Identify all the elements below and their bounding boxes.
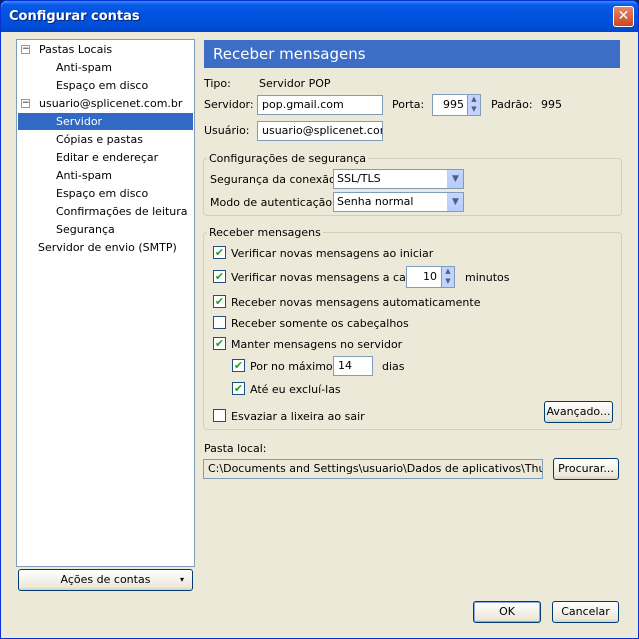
connection-security-value: SSL/TLS xyxy=(337,172,381,185)
auth-method-label: Modo de autenticação: xyxy=(210,196,336,209)
tree-item-antispam-local[interactable]: Anti-spam xyxy=(54,59,114,76)
receive-group-title: Receber mensagens xyxy=(207,226,323,239)
port-stepper[interactable]: ▲ ▼ xyxy=(467,94,481,116)
port-label: Porta: xyxy=(392,98,425,111)
collapse-icon[interactable]: − xyxy=(21,45,30,54)
leave-on-server-label: Manter mensagens no servidor xyxy=(231,338,403,351)
server-input[interactable]: pop.gmail.com xyxy=(257,95,383,115)
close-button[interactable]: ✕ xyxy=(613,6,634,27)
tree-item-smtp[interactable]: Servidor de envio (SMTP) xyxy=(36,239,179,256)
check-every-label: Verificar novas mensagens a cada xyxy=(231,271,420,284)
local-folder-path[interactable]: C:\Documents and Settings\usuario\Dados … xyxy=(203,459,543,479)
empty-trash-label: Esvaziar a lixeira ao sair xyxy=(231,410,365,423)
default-port-value: 995 xyxy=(541,98,562,111)
server-label: Servidor: xyxy=(204,98,254,111)
type-value: Servidor POP xyxy=(259,77,331,90)
check-interval-input[interactable]: 10 xyxy=(406,266,442,288)
check-on-start-label: Verificar novas mensagens ao iniciar xyxy=(231,247,434,260)
until-deleted-checkbox[interactable]: ✔ xyxy=(232,382,245,395)
auto-download-label: Receber novas mensagens automaticamente xyxy=(231,296,481,309)
leave-on-server-checkbox[interactable]: ✔ xyxy=(213,337,226,350)
minutes-label: minutos xyxy=(465,271,510,284)
tree-item-security[interactable]: Segurança xyxy=(54,221,117,238)
page-title: Receber mensagens xyxy=(204,40,620,68)
chevron-up-icon[interactable]: ▲ xyxy=(442,267,454,277)
dropdown-arrow-icon: ▾ xyxy=(179,575,184,584)
chevron-down-icon[interactable]: ▼ xyxy=(442,277,454,287)
cancel-button[interactable]: Cancelar xyxy=(552,601,619,623)
tree-item-account[interactable]: usuario@splicenet.com.br xyxy=(37,95,184,112)
local-folder-label: Pasta local: xyxy=(204,442,267,455)
title-bar: Configurar contas ✕ xyxy=(1,1,638,32)
account-settings-window: Configurar contas ✕ − Pastas Locais Anti… xyxy=(0,0,639,639)
tree-item-copies-folders[interactable]: Cópias e pastas xyxy=(54,131,145,148)
tree-item-disk-space[interactable]: Espaço em disco xyxy=(54,185,150,202)
tree-item-antispam[interactable]: Anti-spam xyxy=(54,167,114,184)
until-deleted-label: Até eu excluí-las xyxy=(250,383,341,396)
ok-button[interactable]: OK xyxy=(473,601,541,623)
collapse-icon[interactable]: − xyxy=(21,99,30,108)
auth-method-value: Senha normal xyxy=(337,195,414,208)
connection-security-select[interactable]: SSL/TLS ▼ xyxy=(333,169,464,189)
max-days-input[interactable]: 14 xyxy=(333,356,373,376)
username-input[interactable]: usuario@splicenet.com.b xyxy=(257,121,383,141)
check-every-checkbox[interactable]: ✔ xyxy=(213,270,226,283)
default-port-label: Padrão: xyxy=(491,98,533,111)
chevron-down-icon[interactable]: ▼ xyxy=(447,193,463,211)
window-title: Configurar contas xyxy=(9,9,140,24)
security-group-title: Configurações de segurança xyxy=(207,152,369,165)
tree-item-local-folders[interactable]: Pastas Locais xyxy=(37,41,114,58)
headers-only-checkbox[interactable] xyxy=(213,316,226,329)
chevron-down-icon[interactable]: ▼ xyxy=(447,170,463,188)
account-tree: − Pastas Locais Anti-spam Espaço em disc… xyxy=(16,39,195,567)
connection-security-label: Segurança da conexão: xyxy=(210,173,340,186)
max-days-label: Por no máximo xyxy=(250,360,333,373)
days-label: dias xyxy=(382,360,405,373)
tree-item-disk-space-local[interactable]: Espaço em disco xyxy=(54,77,150,94)
account-actions-button[interactable]: Ações de contas ▾ xyxy=(18,569,193,591)
check-on-start-checkbox[interactable]: ✔ xyxy=(213,246,226,259)
tree-item-server[interactable]: Servidor xyxy=(18,113,193,130)
headers-only-label: Receber somente os cabeçalhos xyxy=(231,317,409,330)
port-input[interactable]: 995 xyxy=(432,94,469,116)
auto-download-checkbox[interactable]: ✔ xyxy=(213,295,226,308)
browse-button[interactable]: Procurar... xyxy=(553,458,619,480)
type-label: Tipo: xyxy=(204,77,231,90)
tree-item-read-receipts[interactable]: Confirmações de leitura xyxy=(54,203,190,220)
chevron-up-icon[interactable]: ▲ xyxy=(468,95,480,105)
auth-method-select[interactable]: Senha normal ▼ xyxy=(333,192,464,212)
tree-item-compose[interactable]: Editar e endereçar xyxy=(54,149,160,166)
username-label: Usuário: xyxy=(204,124,250,137)
check-interval-stepper[interactable]: ▲ ▼ xyxy=(441,266,455,288)
account-actions-label: Ações de contas xyxy=(60,573,151,586)
empty-trash-checkbox[interactable] xyxy=(213,409,226,422)
advanced-button[interactable]: Avançado... xyxy=(544,401,613,423)
max-days-checkbox[interactable]: ✔ xyxy=(232,359,245,372)
chevron-down-icon[interactable]: ▼ xyxy=(468,105,480,115)
